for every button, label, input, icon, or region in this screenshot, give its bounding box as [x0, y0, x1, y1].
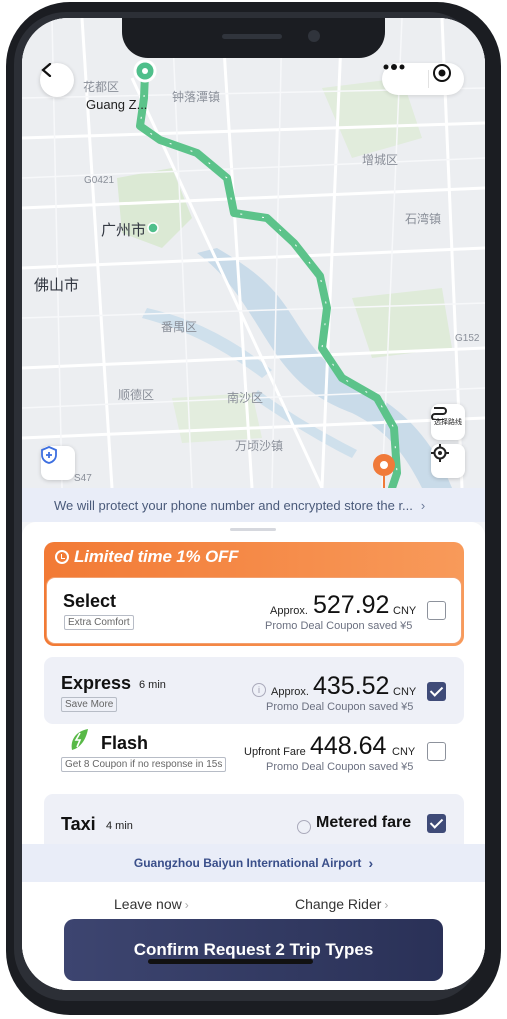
ride-option-name: Express	[61, 673, 132, 693]
locate-me-button[interactable]	[431, 444, 465, 478]
leave-now-label: Leave now	[114, 896, 182, 912]
chevron-right-icon: ›	[368, 855, 374, 871]
ride-option-name: Flash	[101, 733, 149, 753]
map-label-zengcheng: 增城区	[362, 153, 399, 167]
price-approx-label: Approx.	[271, 686, 309, 698]
app-screen: 花都区 Guang Z... 钟落潭镇 增城区 G0421 广州市 石湾镇 佛山…	[22, 18, 485, 990]
ride-option-price: 527.92	[313, 591, 390, 619]
privacy-notice[interactable]: We will protect your phone number and en…	[22, 488, 485, 522]
camera-notch	[122, 18, 385, 58]
price-fare-type-label: Upfront Fare	[244, 746, 306, 758]
sheet-grabber[interactable]	[230, 528, 276, 531]
ride-options-sheet: Limited time 1% OFF Select Extra Comfort…	[22, 522, 485, 990]
promo-title: Limited time 1% OFF	[74, 547, 239, 566]
ride-option-tag: Save More	[61, 697, 118, 712]
ride-option-select[interactable]: Select Extra Comfort Approx. 527.92 CNY …	[46, 577, 462, 644]
map-label-wanqingsha: 万顷沙镇	[235, 439, 284, 453]
route-map[interactable]: 花都区 Guang Z... 钟落潭镇 增城区 G0421 广州市 石湾镇 佛山…	[22, 18, 485, 488]
metered-fare-label: Metered fare	[316, 814, 412, 831]
ride-option-name: Select	[63, 591, 117, 611]
ride-option-flash[interactable]: Flash Get 8 Coupon if no response in 15s…	[44, 726, 464, 790]
taxi-checkbox[interactable]	[427, 814, 446, 833]
ride-option-price: 435.52	[313, 672, 390, 700]
phone-frame: 花都区 Guang Z... 钟落潭镇 增城区 G0421 广州市 石湾镇 佛山…	[0, 0, 507, 1019]
map-label-g0421: G0421	[84, 175, 115, 186]
more-options-button[interactable]	[382, 63, 428, 95]
map-label-origin: Guang Z...	[86, 97, 148, 112]
choose-route-button[interactable]: 选择路线	[431, 404, 465, 440]
map-label-shiwan: 石湾镇	[405, 212, 442, 226]
chevron-right-icon: ›	[384, 898, 389, 912]
price-approx-label: Approx.	[270, 605, 308, 617]
front-camera	[308, 30, 320, 42]
chevron-right-icon: ›	[420, 497, 426, 513]
select-checkbox[interactable]	[427, 601, 446, 620]
ride-option-tag: Extra Comfort	[64, 615, 134, 630]
safety-shield-button[interactable]	[41, 446, 75, 480]
map-label-shunde: 顺德区	[118, 388, 155, 402]
coupon-saved-text: Promo Deal Coupon saved ¥5	[266, 701, 414, 713]
map-label-g152: G152	[455, 333, 480, 344]
locate-icon	[431, 444, 449, 462]
coupon-saved-text: Promo Deal Coupon saved ¥5	[265, 620, 413, 632]
map-label-zhongluotan: 钟落潭镇	[172, 90, 221, 104]
ride-option-price: 448.64	[310, 732, 387, 760]
trip-actions: Leave now › Change Rider › Confirm Request…	[22, 882, 485, 990]
mini-program-capsule	[382, 63, 464, 95]
ride-option-name: Taxi	[61, 814, 96, 834]
ride-option-express[interactable]: Express 6 min Save More i Approx. 435.52…	[44, 657, 464, 724]
airport-label: Guangzhou Baiyun International Airport	[133, 856, 362, 870]
map-label-nansha: 南沙区	[227, 391, 264, 405]
chevron-right-icon: ›	[184, 898, 189, 912]
shield-icon	[41, 446, 57, 464]
ride-option-eta: 4 min	[106, 820, 133, 832]
flash-checkbox[interactable]	[427, 742, 446, 761]
home-indicator[interactable]	[148, 959, 313, 964]
map-label-guangzhou: 广州市	[101, 222, 147, 239]
confirm-request-label: Confirm Request 2 Trip Types	[133, 940, 374, 959]
back-arrow-icon	[41, 63, 52, 77]
map-label-panyu: 番禺区	[161, 320, 198, 334]
target-circle-icon	[433, 64, 451, 82]
map-label-huadu: 花都区	[83, 80, 120, 94]
speaker-grille	[222, 34, 282, 39]
info-icon[interactable]	[297, 820, 311, 834]
close-miniapp-button[interactable]	[432, 63, 464, 95]
confirm-request-button[interactable]: Confirm Request 2 Trip Types	[64, 919, 443, 981]
ride-option-tag: Get 8 Coupon if no response in 15s	[61, 757, 227, 772]
map-label-foshan: 佛山市	[34, 277, 80, 294]
map-label-s47: S47	[74, 473, 92, 484]
price-currency: CNY	[392, 746, 416, 758]
privacy-notice-text: We will protect your phone number and en…	[54, 497, 413, 513]
more-dots-icon	[383, 64, 405, 70]
change-rider-label: Change Rider	[295, 896, 382, 912]
change-rider-option[interactable]: Change Rider ›	[295, 896, 388, 912]
clock-icon	[55, 550, 69, 564]
info-icon[interactable]: i	[252, 683, 266, 697]
express-checkbox[interactable]	[427, 682, 446, 701]
route-switch-icon	[431, 407, 447, 420]
ride-option-eta: 6 min	[139, 679, 166, 691]
leave-now-option[interactable]: Leave now ›	[114, 896, 189, 912]
coupon-saved-text: Promo Deal Coupon saved ¥5	[266, 761, 414, 773]
back-button[interactable]	[40, 63, 74, 97]
destination-airport-bar[interactable]: Guangzhou Baiyun International Airport ›	[22, 844, 485, 882]
price-currency: CNY	[393, 686, 417, 698]
price-currency: CNY	[393, 605, 417, 617]
flash-leaf-icon	[71, 729, 88, 750]
capsule-divider	[428, 70, 429, 88]
